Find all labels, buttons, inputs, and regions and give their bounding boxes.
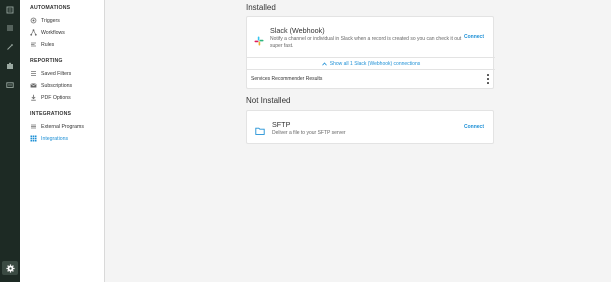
slack-description: Notify a channel or individual in Slack … <box>270 36 462 49</box>
rules-icon <box>30 41 37 48</box>
section-title-automations: AUTOMATIONS <box>30 5 71 11</box>
sidebar-item-subscriptions[interactable]: Subscriptions <box>30 82 72 89</box>
sftp-card: SFTP Deliver a file to your SFTP server … <box>246 110 494 144</box>
sidebar-item-rules[interactable]: Rules <box>30 41 54 48</box>
connection-row: Services Recommender Results <box>247 69 495 87</box>
wand-icon[interactable] <box>5 42 15 52</box>
sidebar-item-label: Saved Filters <box>41 70 72 77</box>
sidebar-item-external-programs[interactable]: External Programs <box>30 123 84 130</box>
sidebar-item-label: Subscriptions <box>41 82 73 89</box>
slack-connect-button[interactable]: Connect <box>464 34 484 40</box>
settings-button[interactable] <box>2 261 18 275</box>
sidebar-item-integrations[interactable]: Integrations <box>30 135 68 142</box>
sidebar-item-pdf-options[interactable]: PDF Options <box>30 94 71 101</box>
folder-icon <box>255 123 265 135</box>
sidebar-item-label: PDF Options <box>41 94 71 101</box>
slack-title: Slack (Webhook) <box>270 26 325 35</box>
workflow-icon <box>30 29 37 36</box>
not-installed-heading: Not Installed <box>246 96 291 105</box>
icon-rail <box>0 0 20 282</box>
show-all-label: Show all 1 Slack (Webhook) connections <box>329 60 421 67</box>
trigger-icon <box>30 17 37 24</box>
sidebar-item-label: External Programs <box>41 123 84 130</box>
app-root: AUTOMATIONS Triggers Workflows Rules REP… <box>0 0 611 282</box>
gear-icon <box>5 263 15 273</box>
sidebar-item-workflows[interactable]: Workflows <box>30 29 65 36</box>
sftp-title: SFTP <box>272 120 291 129</box>
sidebar-item-label: Triggers <box>41 17 60 24</box>
sidebar-item-label: Rules <box>41 41 55 48</box>
more-options-icon[interactable] <box>485 74 491 84</box>
main-content: Installed Slack (Webhook) Notify a chann… <box>105 0 611 282</box>
table-icon[interactable] <box>5 23 15 33</box>
sftp-connect-button[interactable]: Connect <box>464 124 484 130</box>
installed-heading: Installed <box>246 3 276 12</box>
slack-icon <box>254 33 264 46</box>
id-card-icon[interactable] <box>5 80 15 90</box>
chevron-up-icon <box>321 61 327 66</box>
section-title-integrations: INTEGRATIONS <box>30 111 72 117</box>
settings-sidebar: AUTOMATIONS Triggers Workflows Rules REP… <box>20 0 105 282</box>
grid-icon <box>30 135 37 142</box>
download-icon <box>30 94 37 101</box>
list-icon[interactable] <box>5 5 15 15</box>
section-title-reporting: REPORTING <box>30 58 63 64</box>
mail-icon <box>30 82 37 89</box>
sidebar-item-label: Workflows <box>41 29 65 36</box>
filter-list-icon <box>30 70 37 77</box>
slack-card: Slack (Webhook) Notify a channel or indi… <box>246 16 495 89</box>
connection-name: Services Recommender Results <box>251 75 323 82</box>
sidebar-item-saved-filters[interactable]: Saved Filters <box>30 70 71 77</box>
show-all-connections-link[interactable]: Show all 1 Slack (Webhook) connections <box>247 57 495 69</box>
sidebar-item-label: Integrations <box>41 135 69 142</box>
sftp-description: Deliver a file to your SFTP server <box>272 130 346 136</box>
list-icon <box>30 123 37 130</box>
bank-icon[interactable] <box>5 61 15 71</box>
sidebar-item-triggers[interactable]: Triggers <box>30 17 60 24</box>
